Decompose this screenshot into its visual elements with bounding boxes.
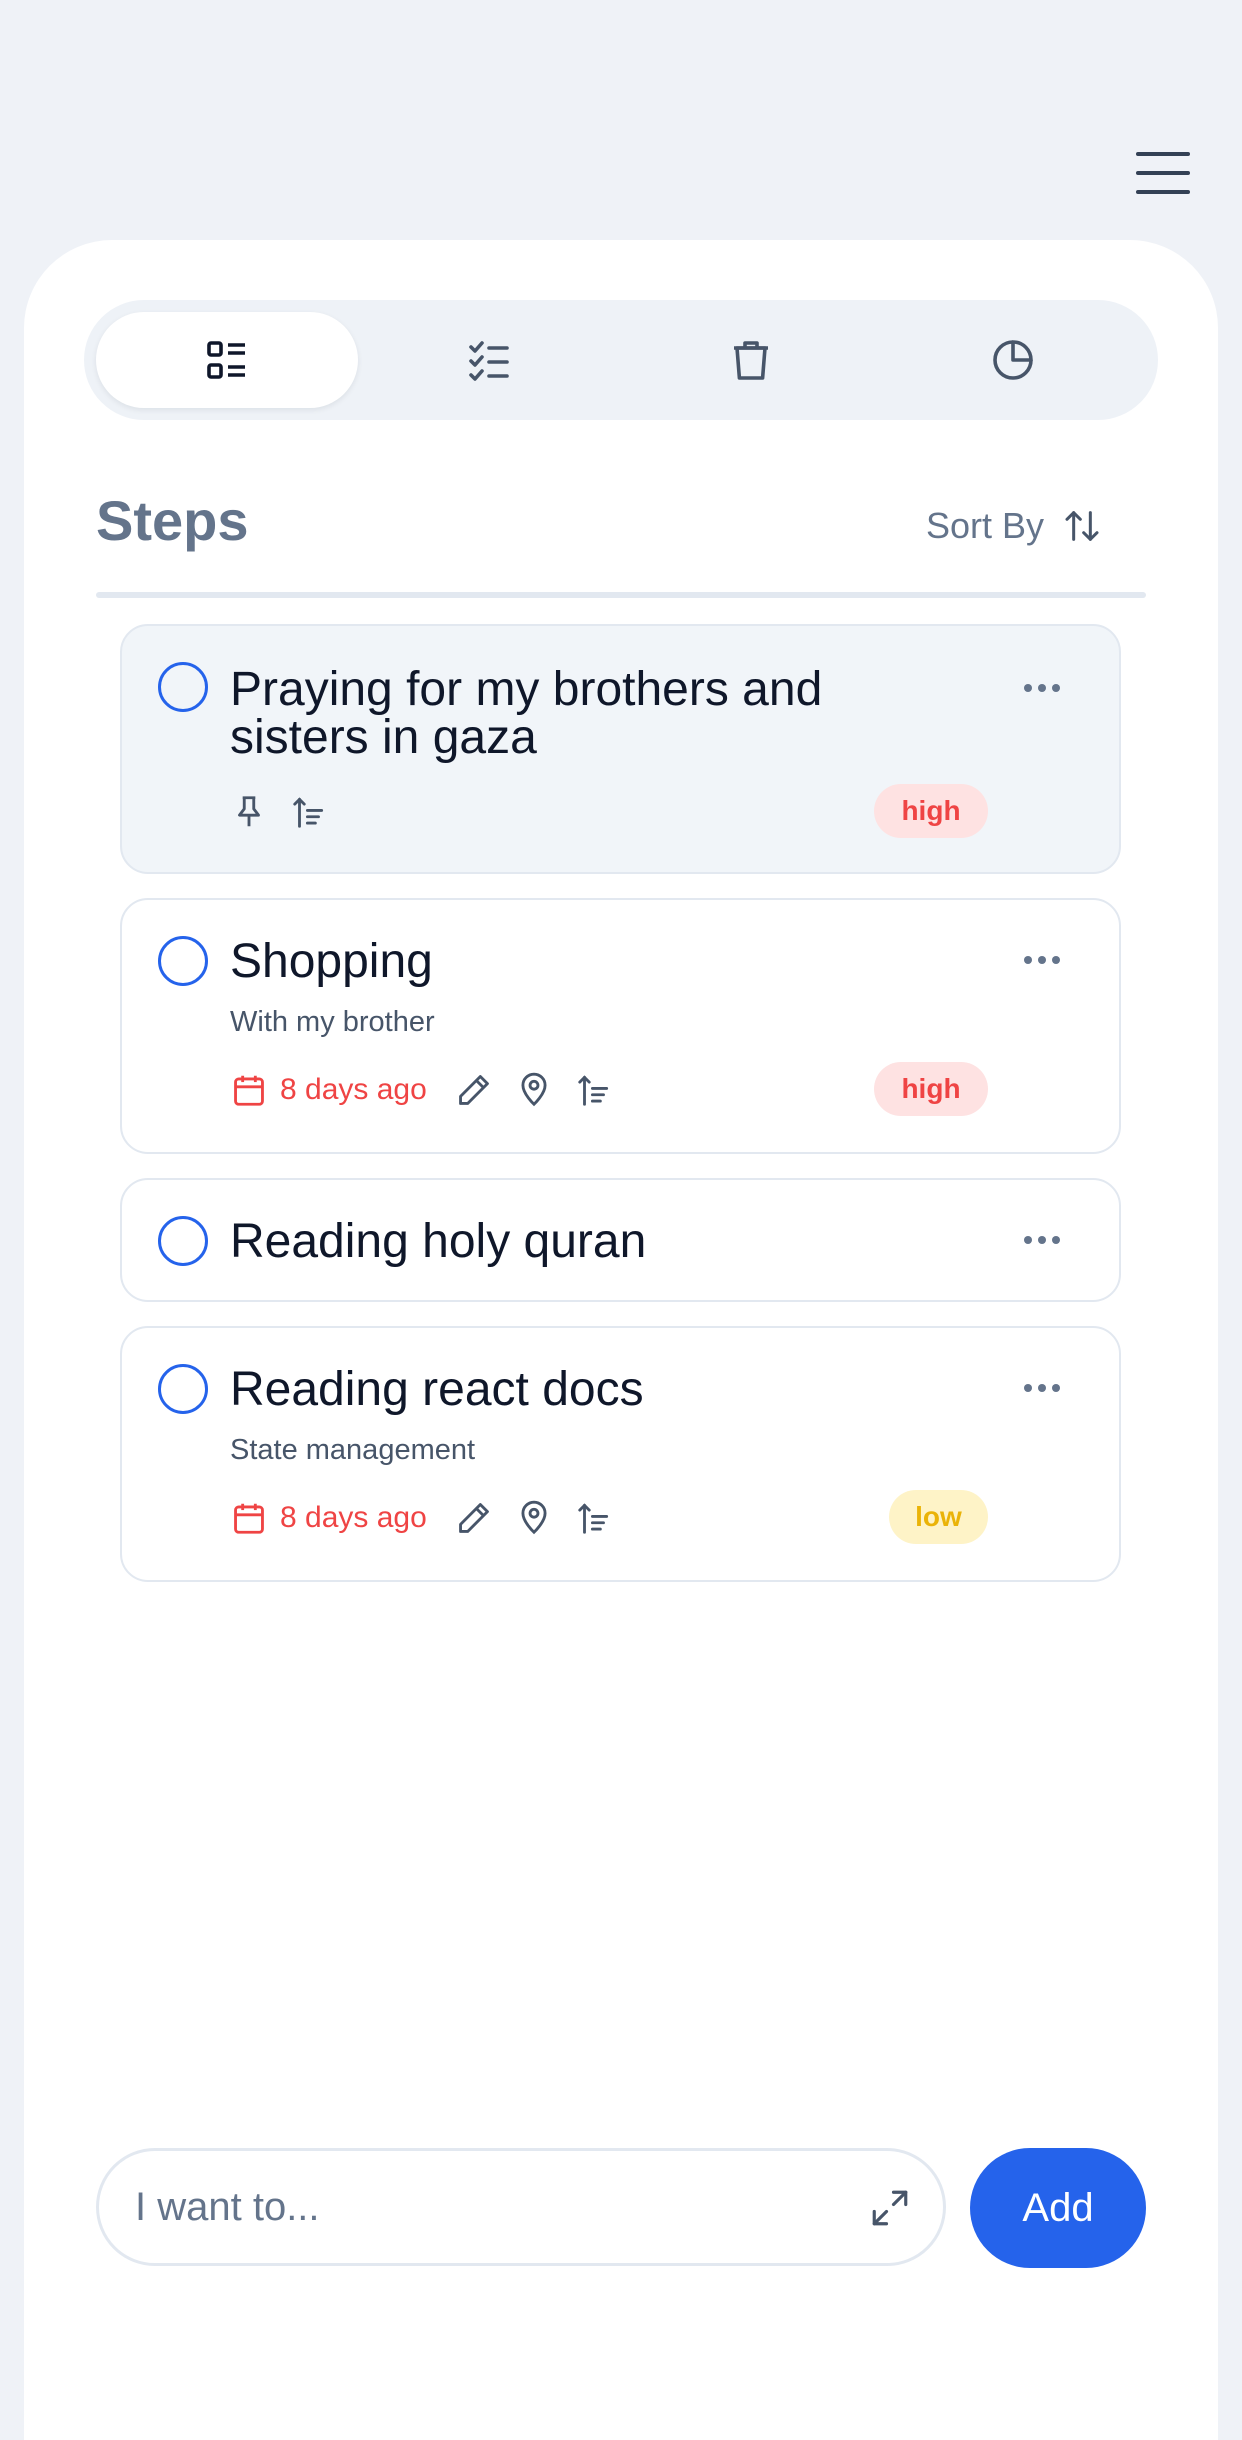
edit-icon[interactable] (455, 1499, 493, 1537)
due-date: 8 days ago (230, 1499, 427, 1537)
task-checkbox[interactable] (158, 662, 208, 712)
header-divider (96, 592, 1146, 598)
task-meta (230, 786, 328, 838)
priority-badge: high (874, 1062, 988, 1116)
expand-icon[interactable] (869, 2187, 911, 2229)
due-date-label: 8 days ago (280, 1501, 427, 1534)
edit-icon[interactable] (455, 1071, 493, 1109)
view-tabs (84, 300, 1158, 420)
task-meta: 8 days ago (230, 1492, 613, 1544)
task-title: Reading holy quran (230, 1215, 647, 1268)
due-date-label: 8 days ago (280, 1073, 427, 1106)
location-icon[interactable] (515, 1499, 553, 1537)
new-task-input[interactable] (135, 2151, 835, 2263)
more-options-icon[interactable] (1012, 1220, 1072, 1260)
page-title: Steps (96, 489, 249, 552)
list-icon (207, 341, 245, 379)
tab-stats[interactable] (882, 312, 1144, 408)
add-button[interactable]: Add (970, 2148, 1146, 2268)
checklist-icon (469, 341, 509, 381)
task-card[interactable]: Reading react docs State management 8 da… (120, 1326, 1121, 1582)
calendar-icon (234, 1075, 264, 1106)
task-checkbox[interactable] (158, 1364, 208, 1414)
subtask-icon[interactable] (575, 1071, 613, 1109)
pin-icon[interactable] (230, 793, 268, 831)
more-options-icon[interactable] (1012, 668, 1072, 708)
tab-completed[interactable] (358, 312, 620, 408)
more-options-icon[interactable] (1012, 940, 1072, 980)
priority-badge: high (874, 784, 988, 838)
task-title: Shopping (230, 935, 433, 988)
pie-chart-icon (993, 340, 1033, 380)
calendar-icon (234, 1503, 264, 1534)
hamburger-menu-icon[interactable] (1130, 148, 1196, 198)
subtask-icon[interactable] (575, 1499, 613, 1537)
task-card[interactable]: Shopping With my brother 8 days ago high (120, 898, 1121, 1154)
sort-arrows-icon (1065, 511, 1099, 541)
task-checkbox[interactable] (158, 1216, 208, 1266)
location-icon[interactable] (515, 1071, 553, 1109)
due-date: 8 days ago (230, 1071, 427, 1109)
task-description: State management (230, 1434, 476, 1466)
tab-all-tasks[interactable] (96, 312, 358, 408)
trash-icon (734, 341, 768, 380)
task-meta: 8 days ago (230, 1064, 613, 1116)
task-card[interactable]: Reading holy quran (120, 1178, 1121, 1302)
sort-by-button[interactable]: Sort By (926, 500, 1102, 552)
tab-trash[interactable] (620, 312, 882, 408)
new-task-field (96, 2148, 946, 2266)
task-description: With my brother (230, 1006, 435, 1038)
task-checkbox[interactable] (158, 936, 208, 986)
more-options-icon[interactable] (1012, 1368, 1072, 1408)
task-title: Reading react docs (230, 1363, 644, 1416)
sort-label: Sort By (926, 505, 1045, 546)
priority-badge: low (889, 1490, 988, 1544)
top-bar (0, 0, 1242, 240)
subtask-icon[interactable] (290, 793, 328, 831)
task-card[interactable]: Praying for my brothers and sisters in g… (120, 624, 1121, 874)
task-title: Praying for my brothers and sisters in g… (230, 663, 823, 764)
